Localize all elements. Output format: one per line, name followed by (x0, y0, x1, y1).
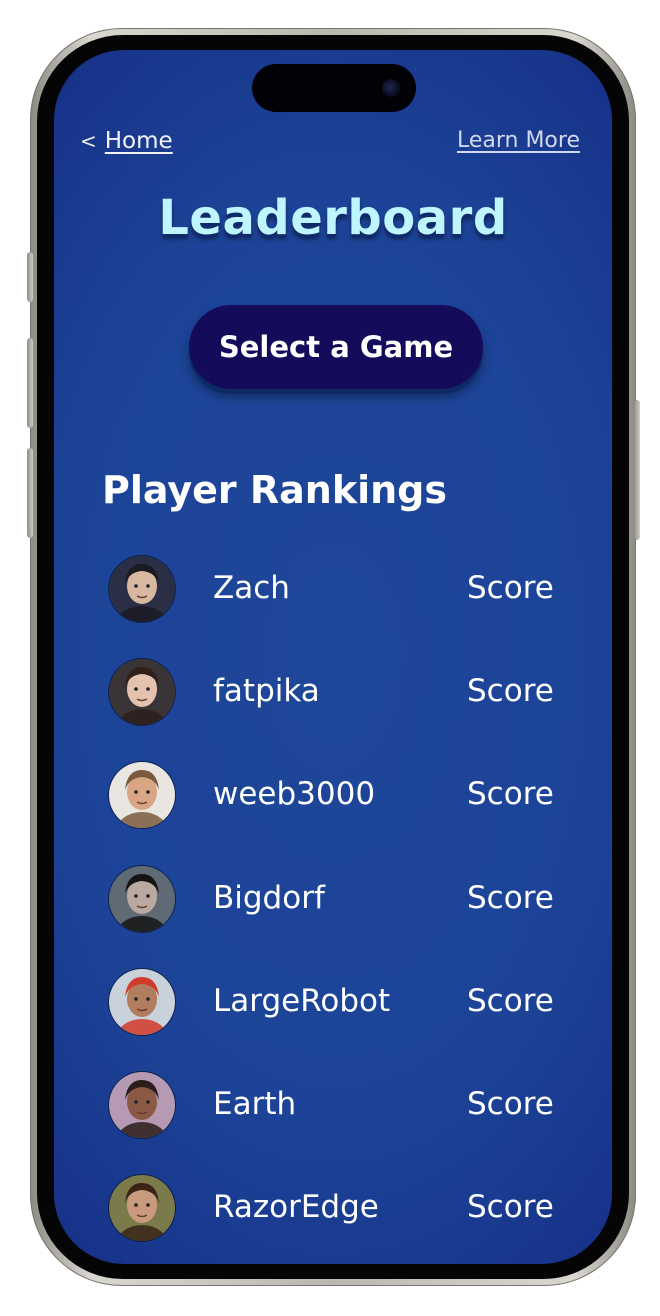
home-link[interactable]: < Home (80, 128, 173, 154)
player-name: fatpika (213, 673, 320, 710)
action-button (27, 252, 33, 302)
player-name: Zach (213, 570, 290, 606)
home-link-label[interactable]: Home (105, 128, 173, 154)
avatar (109, 865, 175, 932)
avatar (109, 659, 175, 726)
list-item[interactable]: Bigdorf Score (54, 865, 612, 969)
power-button (634, 400, 640, 540)
list-item[interactable]: RazorEdge Score (54, 1175, 612, 1264)
avatar (109, 1175, 175, 1242)
list-item[interactable]: Zach Score (54, 556, 612, 659)
player-name: Bigdorf (213, 879, 325, 916)
rankings-list: Zach Score fatpika Score weeb3000 Score Bigdor… (54, 556, 612, 1264)
player-rankings-heading: Player Rankings (102, 468, 447, 512)
player-name: Earth (213, 1085, 297, 1122)
chevron-left-icon: < (80, 129, 97, 153)
list-item[interactable]: fatpika Score (54, 659, 612, 762)
volume-up-button (27, 338, 33, 428)
app-screen: < Home Learn More Leaderboard Select a G… (54, 50, 612, 1264)
volume-down-button (27, 448, 33, 538)
avatar (109, 762, 175, 829)
player-name: RazorEdge (213, 1189, 379, 1226)
player-score: Score (467, 1189, 554, 1226)
list-item[interactable]: Earth Score (54, 1071, 612, 1175)
select-game-button[interactable]: Select a Game (189, 305, 483, 389)
player-score: Score (467, 1085, 554, 1122)
player-name: LargeRobot (213, 982, 391, 1019)
learn-more-link[interactable]: Learn More (457, 128, 580, 153)
player-score: Score (467, 673, 554, 710)
dynamic-island (252, 64, 416, 112)
front-camera-icon (382, 79, 400, 97)
player-name: weeb3000 (213, 776, 376, 813)
page-title: Leaderboard (158, 190, 508, 246)
player-score: Score (467, 879, 554, 916)
player-score: Score (467, 776, 554, 813)
list-item[interactable]: LargeRobot Score (54, 968, 612, 1072)
player-score: Score (467, 570, 554, 606)
avatar (109, 968, 175, 1035)
list-item[interactable]: weeb3000 Score (54, 762, 612, 865)
player-score: Score (467, 982, 554, 1019)
avatar (109, 556, 175, 622)
avatar (109, 1071, 175, 1138)
